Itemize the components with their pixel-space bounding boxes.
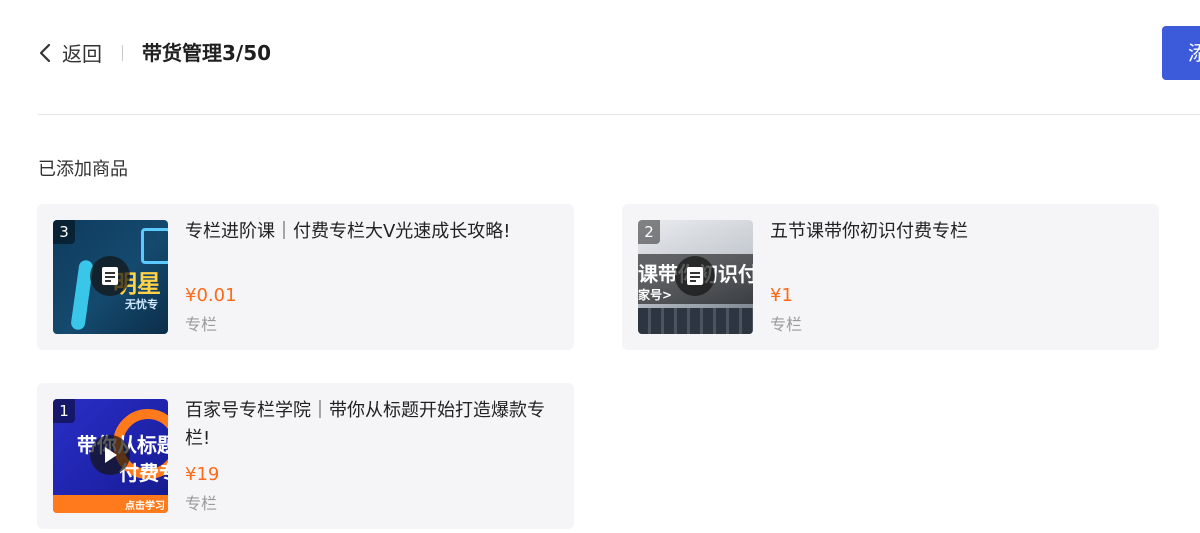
chevron-left-icon <box>38 39 56 67</box>
product-thumbnail: 课带你初识付 家号> 2 <box>638 220 753 334</box>
back-button[interactable]: 返回 <box>38 38 102 67</box>
article-icon <box>90 256 130 296</box>
rank-badge: 1 <box>53 399 75 423</box>
product-card[interactable]: 课带你初识付 家号> 2 五节课带你初识付费专栏 ¥1 专栏 <box>622 204 1159 350</box>
product-title: 专栏进阶课｜付费专栏大V光速成长攻略! <box>185 221 511 242</box>
product-category: 专栏 <box>185 494 218 513</box>
section-title: 已添加商品 <box>38 159 128 180</box>
add-product-button[interactable]: 添 <box>1162 26 1200 80</box>
product-category: 专栏 <box>185 315 218 334</box>
header-divider <box>38 114 1200 115</box>
rank-badge: 2 <box>638 220 660 244</box>
product-price: ¥19 <box>185 464 220 485</box>
product-title: 五节课带你初识付费专栏 <box>770 221 968 242</box>
header-bar: 返回 带货管理3/50 添 <box>0 0 1200 115</box>
product-thumbnail: 带你从标题 付费专 点击学习 1 <box>53 399 168 513</box>
product-price: ¥1 <box>770 285 793 306</box>
product-category: 专栏 <box>770 315 803 334</box>
article-icon <box>675 256 715 296</box>
header-separator <box>122 45 123 61</box>
product-thumbnail: 明星 无忧专 3 <box>53 220 168 334</box>
play-icon <box>90 435 130 475</box>
product-card[interactable]: 带你从标题 付费专 点击学习 1 百家号专栏学院｜带你从标题开始打造爆款专栏! … <box>37 383 574 529</box>
back-label: 返回 <box>62 42 102 66</box>
product-title: 百家号专栏学院｜带你从标题开始打造爆款专栏! <box>185 400 545 449</box>
product-price: ¥0.01 <box>185 285 237 306</box>
page-title: 带货管理3/50 <box>142 41 272 65</box>
product-card[interactable]: 明星 无忧专 3 专栏进阶课｜付费专栏大V光速成长攻略! ¥0.01 专栏 <box>37 204 574 350</box>
rank-badge: 3 <box>53 220 75 244</box>
